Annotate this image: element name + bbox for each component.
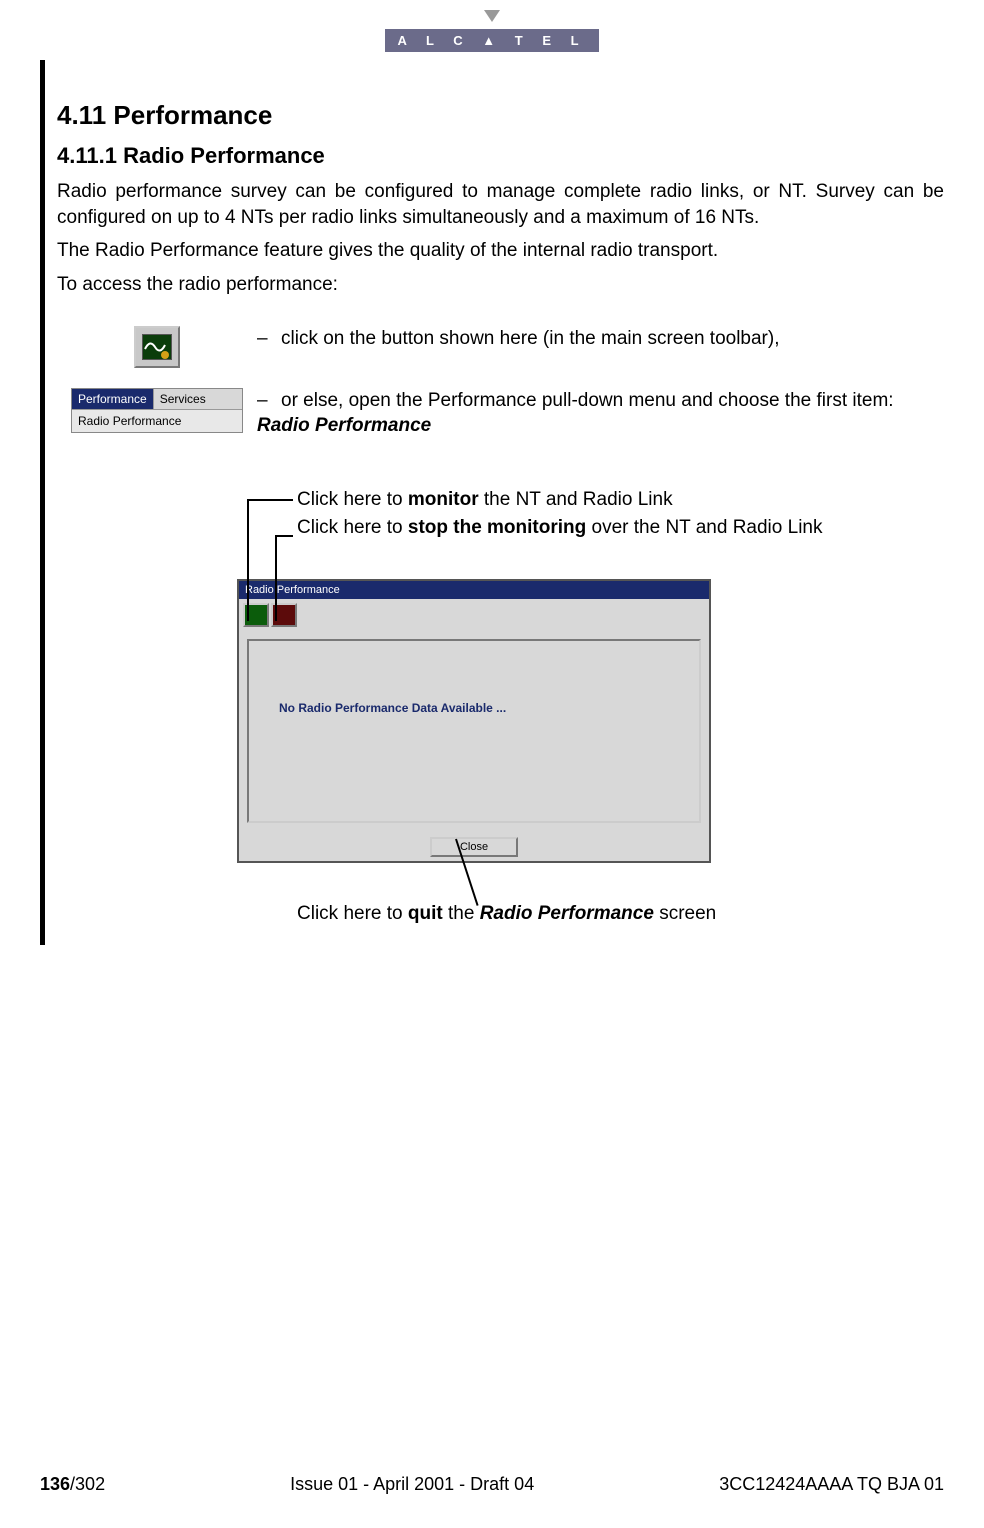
menu-services-label: Services bbox=[153, 389, 212, 409]
page-footer: 136/302 Issue 01 - April 2001 - Draft 04… bbox=[40, 1474, 944, 1495]
bullet-dash: – bbox=[257, 388, 281, 414]
bullet-dash: – bbox=[257, 326, 281, 352]
brand-text: A L C ▲ T E L bbox=[385, 29, 598, 52]
bullet-emphasis: Radio Performance bbox=[257, 415, 431, 436]
callout-stop-monitoring: Click here to stop the monitoring over t… bbox=[297, 517, 944, 539]
bullet-text: click on the button shown here (in the m… bbox=[281, 328, 780, 349]
window-title: Radio Performance bbox=[239, 581, 709, 599]
performance-toolbar-icon bbox=[134, 326, 180, 368]
section-heading: 4.11 Performance bbox=[57, 100, 944, 131]
paragraph: The Radio Performance feature gives the … bbox=[57, 238, 944, 264]
window-message: No Radio Performance Data Available ... bbox=[279, 701, 506, 715]
bullet-text: or else, open the Performance pull-down … bbox=[281, 390, 894, 411]
radio-performance-window: Radio Performance No Radio Performance D… bbox=[237, 579, 711, 863]
footer-right: 3CC12424AAAA TQ BJA 01 bbox=[719, 1474, 944, 1495]
paragraph: To access the radio performance: bbox=[57, 272, 944, 298]
down-triangle-icon bbox=[482, 8, 502, 24]
subsection-heading: 4.11.1 Radio Performance bbox=[57, 143, 944, 169]
menu-performance-label: Performance bbox=[72, 389, 153, 409]
footer-center: Issue 01 - April 2001 - Draft 04 bbox=[290, 1474, 534, 1495]
page-number: 136 bbox=[40, 1474, 70, 1494]
menu-item-radio-performance: Radio Performance bbox=[72, 409, 242, 432]
close-button: Close bbox=[430, 837, 518, 857]
page-total: /302 bbox=[70, 1474, 105, 1494]
callout-quit: Click here to quit the Radio Performance… bbox=[297, 903, 944, 925]
menu-screenshot: Performance Services Radio Performance bbox=[71, 388, 243, 433]
callout-monitor: Click here to monitor the NT and Radio L… bbox=[297, 489, 944, 511]
paragraph: Radio performance survey can be configur… bbox=[57, 179, 944, 230]
brand-logo: A L C ▲ T E L bbox=[0, 0, 984, 60]
